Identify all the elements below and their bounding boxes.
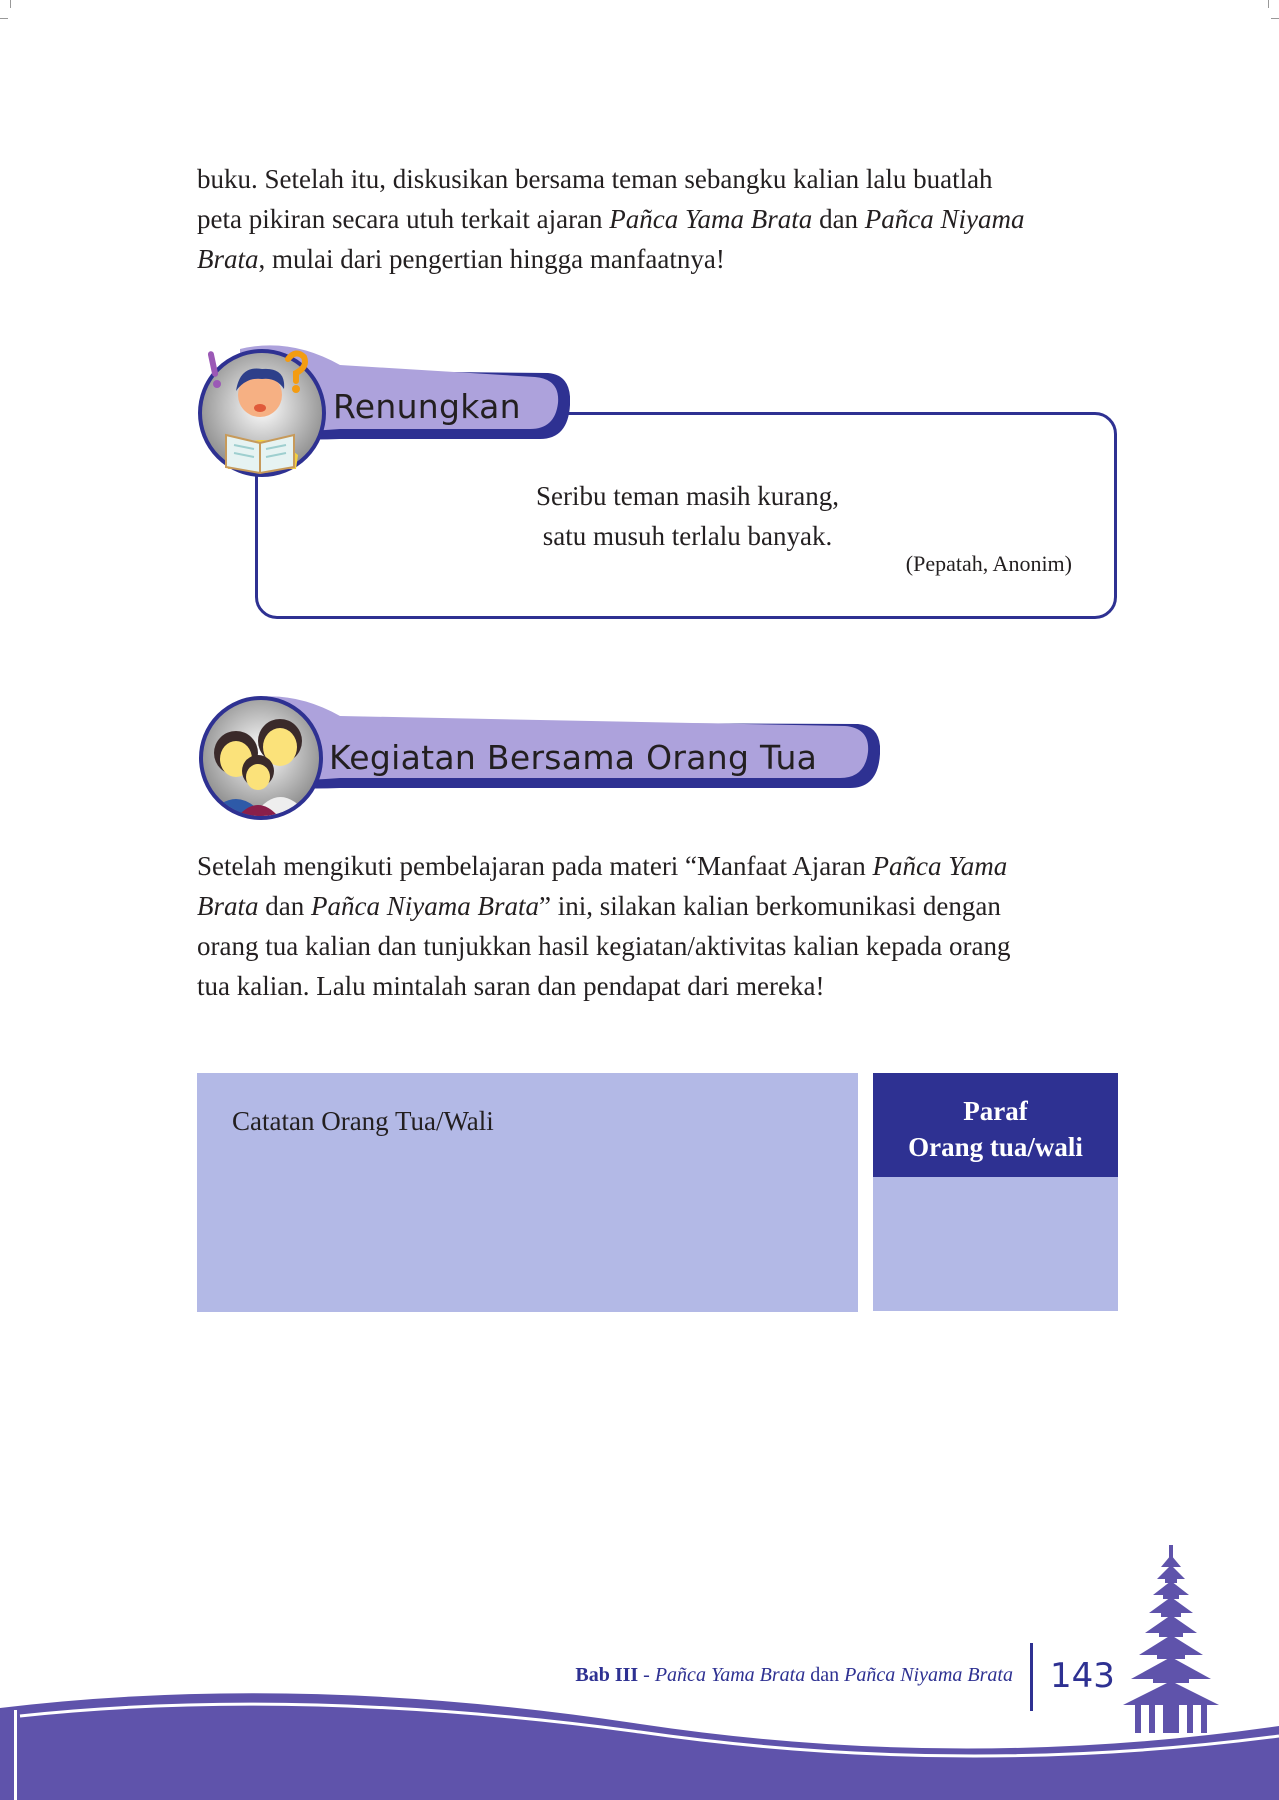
signature-label: Paraf [963,1096,1028,1126]
footer-divider [1030,1643,1033,1711]
intro-text: peta pikiran secara utuh terkait ajaran [197,204,610,234]
kegiatan-paragraph: Setelah mengikuti pembelajaran pada mate… [197,846,1119,1006]
chapter-title: Pañca Niyama Brata [844,1664,1013,1686]
crop-mark [0,18,8,19]
chapter-title: dan [805,1664,845,1686]
parent-notes-label: Catatan Orang Tua/Wali [232,1106,494,1136]
term-niyama: Pañca Niyama [864,204,1025,234]
parent-notes-box[interactable]: Catatan Orang Tua/Wali [197,1073,858,1312]
family-icon [199,696,323,820]
quote-line: Seribu teman masih kurang, [536,481,839,511]
intro-text: dan [812,204,865,234]
crop-mark [1268,0,1269,8]
kegiatan-text: tua kalian. Lalu mintalah saran dan pend… [197,971,825,1001]
temple-meru-icon [1123,1545,1219,1733]
signature-label: Orang tua/wali [908,1132,1083,1162]
kegiatan-text: Setelah mengikuti pembelajaran pada mate… [197,851,873,881]
chapter-footer: Bab III - Pañca Yama Brata dan Pañca Niy… [575,1664,1013,1687]
intro-line: buku. Setelah itu, diskusikan bersama te… [197,164,993,194]
crop-mark [10,0,11,8]
kegiatan-title: Kegiatan Bersama Orang Tua [329,738,818,777]
term-niyama: Pañca Niyama Brata [311,891,539,921]
chapter-number: Bab III [575,1664,639,1686]
term-yama: Pañca Yama Brata [609,204,813,234]
footer-separator: - [638,1664,655,1686]
intro-text: , mulai dari pengertian hingga manfaatny… [258,244,725,274]
signature-header: Paraf Orang tua/wali [873,1073,1118,1177]
renungkan-title: Renungkan [333,387,521,426]
chapter-title: Pañca Yama Brata [654,1664,806,1686]
kegiatan-text: ” ini, silakan kalian berkomunikasi deng… [538,891,1001,921]
parent-signature-box[interactable]: Paraf Orang tua/wali [873,1073,1118,1311]
reading-boy-icon [198,349,326,477]
quote-line: satu musuh terlalu banyak. [542,521,833,551]
term-brata: Brata [197,891,259,921]
term-yama: Pañca Yama [872,851,1008,881]
intro-paragraph: buku. Setelah itu, diskusikan bersama te… [197,159,1119,279]
kegiatan-text: dan [258,891,311,921]
kegiatan-text: orang tua kalian dan tunjukkan hasil keg… [197,931,1011,961]
crop-mark [1271,18,1279,19]
quote-attribution: (Pepatah, Anonim) [905,551,1072,576]
term-brata: Brata [197,244,259,274]
page-number: 143 [1050,1656,1115,1696]
footer-wave [0,1693,1279,1800]
